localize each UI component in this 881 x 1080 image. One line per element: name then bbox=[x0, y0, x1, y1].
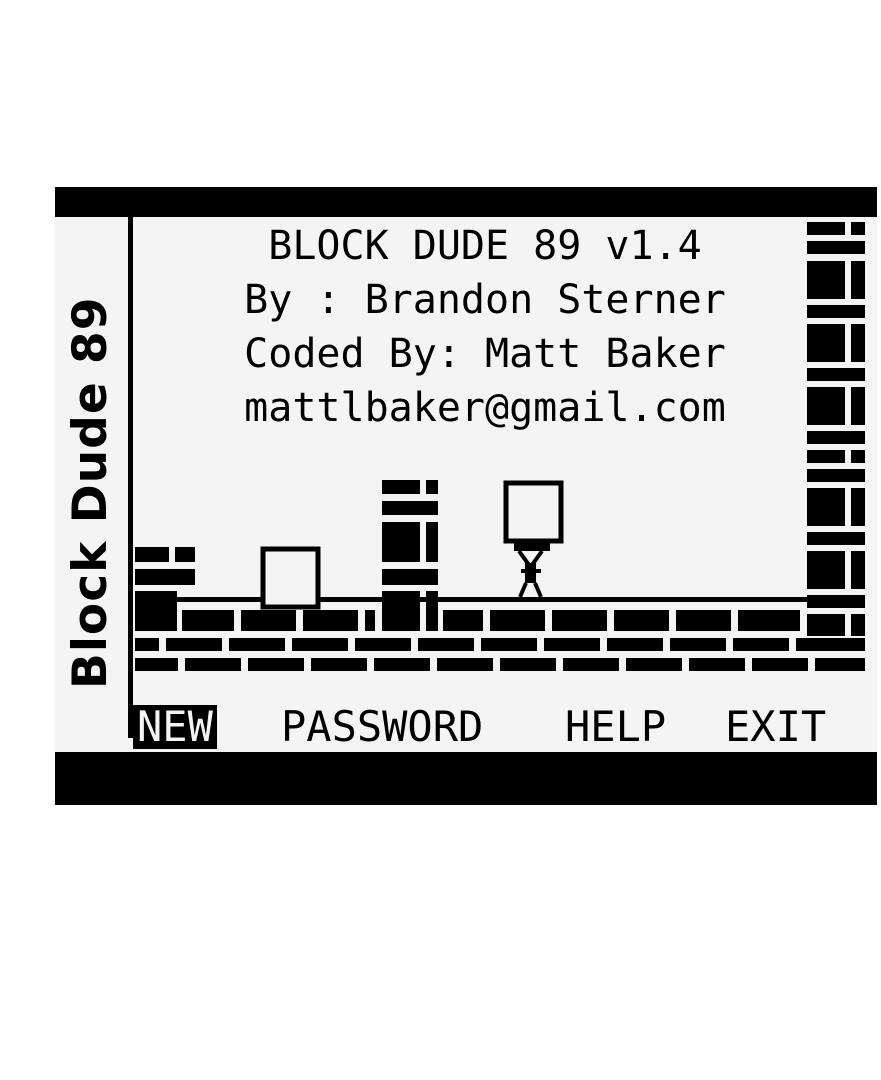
game-scene bbox=[135, 222, 865, 671]
menu-new-option[interactable]: NEW bbox=[133, 705, 217, 749]
middle-brick-pillar bbox=[382, 480, 438, 631]
block-dude-character bbox=[514, 543, 550, 598]
menu-password-option[interactable]: PASSWORD bbox=[281, 705, 483, 749]
right-brick-wall bbox=[807, 222, 865, 636]
lcd-display: Block Dude 89 BLOCK DUDE 89 v1.4 By : Br… bbox=[55, 217, 877, 752]
menu-help-option[interactable]: HELP bbox=[565, 705, 666, 749]
main-menu: NEW PASSWORD HELP EXIT bbox=[133, 705, 877, 749]
movable-block bbox=[260, 546, 321, 610]
ground-bricks bbox=[135, 597, 865, 671]
menu-exit-option[interactable]: EXIT bbox=[725, 705, 826, 749]
carried-block bbox=[503, 480, 564, 544]
calculator-screen: Block Dude 89 BLOCK DUDE 89 v1.4 By : Br… bbox=[55, 187, 877, 805]
